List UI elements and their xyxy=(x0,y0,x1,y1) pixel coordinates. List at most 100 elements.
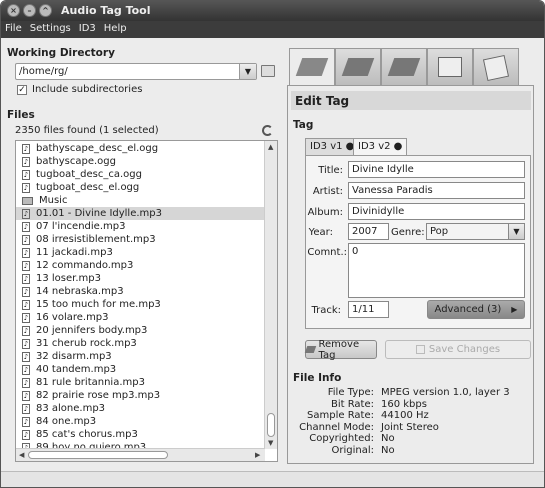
menu-id3[interactable]: ID3 xyxy=(75,21,100,34)
horizontal-scrollbar[interactable]: ◀ ▶ xyxy=(16,448,265,461)
track-label: Track: xyxy=(311,305,341,316)
list-item[interactable]: ♪ bathyscape_desc_el.ogg xyxy=(16,142,265,155)
audio-file-icon: ♪ xyxy=(22,312,30,323)
audio-file-icon: ♪ xyxy=(22,403,30,414)
include-subdirectories-checkbox[interactable]: ✓ Include subdirectories xyxy=(17,84,142,95)
refresh-icon[interactable] xyxy=(262,125,273,136)
artist-field[interactable]: Vanessa Paradis xyxy=(348,182,525,199)
list-item-label: bathyscape_desc_el.ogg xyxy=(36,143,159,154)
audio-file-icon: ♪ xyxy=(22,286,30,297)
edit-multiple-tab[interactable] xyxy=(335,48,381,86)
vertical-scrollbar[interactable]: ▲ ▼ xyxy=(264,141,277,449)
tab-id3v1[interactable]: ID3 v1 ● xyxy=(305,138,360,155)
file-list[interactable]: ♪ bathyscape_desc_el.ogg ♪ bathyscape.ogg ♪ t… xyxy=(15,140,278,462)
eraser-icon xyxy=(304,346,316,353)
paste-file-tab[interactable] xyxy=(473,48,519,86)
directory-combo[interactable]: /home/rg/ ▼ xyxy=(15,63,257,80)
save-changes-button[interactable]: Save Changes xyxy=(385,340,531,359)
scroll-down-icon[interactable]: ▼ xyxy=(268,439,273,447)
audio-file-icon: ♪ xyxy=(22,377,30,388)
list-item[interactable]: ♪ 32 disarm.mp3 xyxy=(16,350,265,363)
list-item[interactable]: ♪ 83 alone.mp3 xyxy=(16,402,265,415)
remove-tag-label: Remove Tag xyxy=(318,338,360,361)
scroll-right-icon[interactable]: ▶ xyxy=(255,451,260,459)
list-item[interactable]: ♪ 14 nebraska.mp3 xyxy=(16,285,265,298)
window-title: Audio Tag Tool xyxy=(61,4,151,17)
file-info-value: Joint Stereo xyxy=(381,421,439,433)
list-item[interactable]: ♪ 31 cherub rock.mp3 xyxy=(16,337,265,350)
list-item[interactable]: ♪ 07 l'incendie.mp3 xyxy=(16,220,265,233)
list-item[interactable]: ♪ 12 commando.mp3 xyxy=(16,259,265,272)
file-info-value: No xyxy=(381,433,395,445)
rename-files-tab[interactable] xyxy=(427,48,473,86)
list-item[interactable]: ♪ 40 tandem.mp3 xyxy=(16,363,265,376)
remove-tags-tab[interactable] xyxy=(381,48,427,86)
genre-label: Genre: xyxy=(391,227,425,238)
list-item[interactable]: ♪ tugboat_desc_el.ogg xyxy=(16,181,265,194)
audio-file-icon: ♪ xyxy=(22,364,30,375)
advanced-button-label: Advanced (3) xyxy=(434,304,502,315)
minimize-icon[interactable]: – xyxy=(23,4,36,17)
audio-file-icon: ♪ xyxy=(22,429,30,440)
audio-file-icon: ♪ xyxy=(22,338,30,349)
edit-tag-tab[interactable] xyxy=(289,48,335,87)
checkbox-checked-icon[interactable]: ✓ xyxy=(17,84,27,95)
list-item-label: 84 one.mp3 xyxy=(36,416,97,427)
audio-file-icon: ♪ xyxy=(22,156,30,167)
year-label: Year: xyxy=(308,227,333,238)
list-item[interactable]: ♪ 84 one.mp3 xyxy=(16,415,265,428)
list-item[interactable]: ♪ 13 loser.mp3 xyxy=(16,272,265,285)
save-changes-label: Save Changes xyxy=(428,344,501,355)
list-item[interactable]: ♪ bathyscape.ogg xyxy=(16,155,265,168)
list-item[interactable]: ♪ tugboat_desc_ca.ogg xyxy=(16,168,265,181)
scroll-up-icon[interactable]: ▲ xyxy=(268,143,273,151)
genre-dropdown[interactable]: Pop ▼ xyxy=(426,223,525,240)
audio-file-icon: ♪ xyxy=(22,416,30,427)
list-item-label: 15 too much for me.mp3 xyxy=(36,299,161,310)
files-count: 2350 files found (1 selected) xyxy=(15,125,159,136)
folder-icon[interactable] xyxy=(261,65,275,77)
album-field[interactable]: Divinidylle xyxy=(348,203,525,220)
file-info-key: Sample Rate: xyxy=(307,410,374,422)
maximize-icon[interactable]: ^ xyxy=(39,4,52,17)
advanced-button[interactable]: Advanced (3) ▶ xyxy=(427,300,525,319)
list-item[interactable]: ♪ 15 too much for me.mp3 xyxy=(16,298,265,311)
title-field[interactable]: Divine Idylle xyxy=(348,161,525,178)
list-item[interactable]: ♪ 01.01 - Divine Idylle.mp3 xyxy=(16,207,265,220)
list-item[interactable]: ♪ 11 jackadi.mp3 xyxy=(16,246,265,259)
chevron-down-icon[interactable]: ▼ xyxy=(508,224,524,239)
audio-file-icon: ♪ xyxy=(22,260,30,271)
list-item-label: 20 jennifers body.mp3 xyxy=(36,325,148,336)
list-item[interactable]: ♪ 81 rule britannia.mp3 xyxy=(16,376,265,389)
list-item[interactable]: ♪ 08 irresistiblement.mp3 xyxy=(16,233,265,246)
scroll-left-icon[interactable]: ◀ xyxy=(19,451,24,459)
file-info-key: Original: xyxy=(331,445,375,456)
audio-file-icon: ♪ xyxy=(22,208,30,219)
file-info-value: 160 kbps xyxy=(381,398,427,410)
scrollbar-thumb[interactable] xyxy=(267,413,275,437)
file-info-value: MPEG version 1.0, layer 3 xyxy=(381,387,510,398)
year-field[interactable]: 2007 xyxy=(348,223,389,240)
menu-file[interactable]: File xyxy=(1,21,26,34)
list-item[interactable]: ♪ 20 jennifers body.mp3 xyxy=(16,324,265,337)
file-info-key: Channel Mode: xyxy=(299,421,374,433)
list-item-label: 31 cherub rock.mp3 xyxy=(36,338,137,349)
list-item-label: 01.01 - Divine Idylle.mp3 xyxy=(36,208,162,219)
list-item-label: 83 alone.mp3 xyxy=(36,403,106,414)
list-item[interactable]: ♪ 16 volare.mp3 xyxy=(16,311,265,324)
chevron-down-icon[interactable]: ▼ xyxy=(239,64,256,79)
audio-file-icon: ♪ xyxy=(22,247,30,258)
comment-field[interactable]: 0 xyxy=(348,243,525,298)
menu-settings[interactable]: Settings xyxy=(26,21,75,34)
list-item[interactable]: Music xyxy=(16,194,265,207)
remove-tag-button[interactable]: Remove Tag xyxy=(304,338,377,361)
close-icon[interactable]: × xyxy=(7,4,20,17)
menu-help[interactable]: Help xyxy=(100,21,131,34)
list-item[interactable]: ♪ 82 prairie rose mp3.mp3 xyxy=(16,389,265,402)
paste-file-icon xyxy=(482,54,510,82)
tab-id3v2[interactable]: ID3 v2 ● xyxy=(353,138,408,156)
track-field[interactable]: 1/11 xyxy=(348,301,389,318)
list-item-label: 11 jackadi.mp3 xyxy=(36,247,113,258)
list-item[interactable]: ♪ 85 cat's chorus.mp3 xyxy=(16,428,265,441)
scrollbar-thumb[interactable] xyxy=(28,451,168,459)
